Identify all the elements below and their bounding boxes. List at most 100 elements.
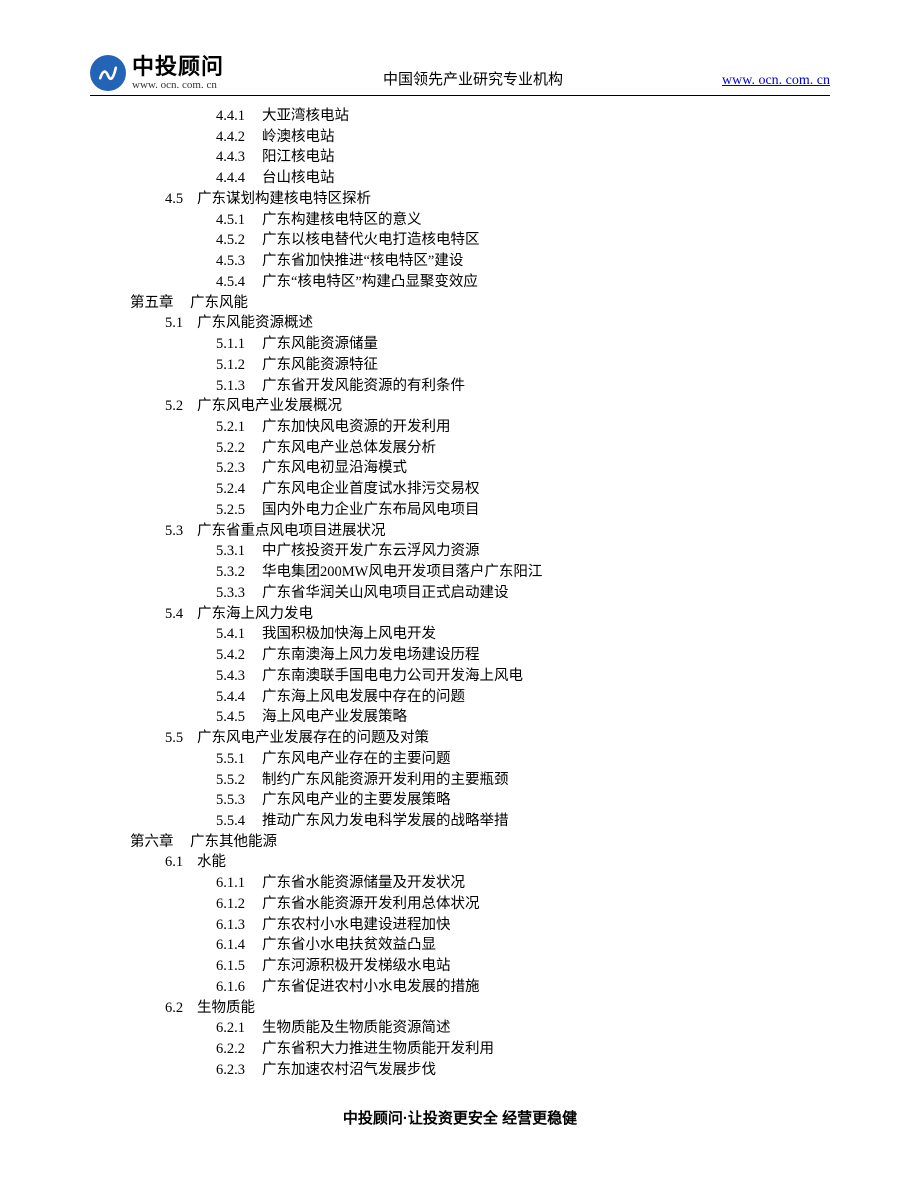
toc-title: 广东省促进农村小水电发展的措施 <box>262 979 480 995</box>
logo: 中投顾问 www. ocn. com. cn <box>90 55 224 91</box>
toc-title: 生物质能 <box>197 1000 255 1016</box>
toc-title: 广东省水能资源储量及开发状况 <box>262 875 465 891</box>
toc-number: 4.5 <box>165 189 197 210</box>
toc-number: 4.4.1 <box>216 106 262 127</box>
toc-entry: 5.4.3广东南澳联手国电电力公司开发海上风电 <box>90 666 830 687</box>
toc-entry: 4.4.4台山核电站 <box>90 168 830 189</box>
toc-title: 广东风能 <box>190 295 248 311</box>
toc-entry: 5.1广东风能资源概述 <box>90 313 830 334</box>
logo-sub: www. ocn. com. cn <box>132 80 224 91</box>
toc-title: 广东海上风力发电 <box>197 606 313 622</box>
toc-title: 广东风能资源概述 <box>197 315 313 331</box>
toc-number: 5.3 <box>165 521 197 542</box>
header-link[interactable]: www. ocn. com. cn <box>722 73 830 91</box>
toc-number: 4.5.4 <box>216 272 262 293</box>
toc-entry: 5.5.4推动广东风力发电科学发展的战略举措 <box>90 811 830 832</box>
toc-entry: 4.4.2岭澳核电站 <box>90 127 830 148</box>
toc-number: 6.2.1 <box>216 1018 262 1039</box>
toc-entry: 4.4.1大亚湾核电站 <box>90 106 830 127</box>
toc-title: 广东风电产业发展存在的问题及对策 <box>197 730 429 746</box>
toc-entry: 5.2.4广东风电企业首度试水排污交易权 <box>90 479 830 500</box>
toc-title: 广东风电企业首度试水排污交易权 <box>262 481 480 497</box>
toc-title: 生物质能及生物质能资源简述 <box>262 1020 451 1036</box>
table-of-contents: 4.4.1大亚湾核电站4.4.2岭澳核电站4.4.3阳江核电站4.4.4台山核电… <box>90 106 830 1081</box>
toc-title: 海上风电产业发展策略 <box>262 709 407 725</box>
toc-number: 4.5.3 <box>216 251 262 272</box>
toc-entry: 4.5广东谋划构建核电特区探析 <box>90 189 830 210</box>
toc-title: 水能 <box>197 854 226 870</box>
toc-entry: 4.4.3阳江核电站 <box>90 147 830 168</box>
toc-number: 5.2.5 <box>216 500 262 521</box>
toc-title: 广东以核电替代火电打造核电特区 <box>262 232 480 248</box>
toc-title: 广东省小水电扶贫效益凸显 <box>262 937 436 953</box>
toc-title: 广东省积大力推进生物质能开发利用 <box>262 1041 494 1057</box>
toc-entry: 5.3广东省重点风电项目进展状况 <box>90 521 830 542</box>
toc-number: 5.1.1 <box>216 334 262 355</box>
logo-text: 中投顾问 www. ocn. com. cn <box>132 56 224 91</box>
header-title: 中国领先产业研究专业机构 <box>383 68 563 91</box>
toc-number: 6.1.4 <box>216 935 262 956</box>
toc-entry: 5.4.2广东南澳海上风力发电场建设历程 <box>90 645 830 666</box>
toc-title: 广东谋划构建核电特区探析 <box>197 191 371 207</box>
toc-title: 广东省开发风能资源的有利条件 <box>262 378 465 394</box>
toc-entry: 5.3.3广东省华润关山风电项目正式启动建设 <box>90 583 830 604</box>
toc-number: 5.4.2 <box>216 645 262 666</box>
toc-entry: 4.5.4广东“核电特区”构建凸显聚变效应 <box>90 272 830 293</box>
toc-number: 5.4.4 <box>216 687 262 708</box>
toc-title: 广东加快风电资源的开发利用 <box>262 419 451 435</box>
toc-title: 广东“核电特区”构建凸显聚变效应 <box>262 274 478 290</box>
toc-entry: 5.2.1广东加快风电资源的开发利用 <box>90 417 830 438</box>
toc-entry: 6.1.6广东省促进农村小水电发展的措施 <box>90 977 830 998</box>
toc-number: 第五章 <box>130 293 190 314</box>
toc-entry: 5.4.4广东海上风电发展中存在的问题 <box>90 687 830 708</box>
toc-number: 5.2.4 <box>216 479 262 500</box>
toc-title: 广东省加快推进“核电特区”建设 <box>262 253 463 269</box>
toc-entry: 5.5.3广东风电产业的主要发展策略 <box>90 790 830 811</box>
toc-entry: 5.4.1我国积极加快海上风电开发 <box>90 624 830 645</box>
toc-entry: 5.2.2广东风电产业总体发展分析 <box>90 438 830 459</box>
toc-number: 5.3.3 <box>216 583 262 604</box>
toc-title: 广东南澳联手国电电力公司开发海上风电 <box>262 668 523 684</box>
toc-number: 5.2 <box>165 396 197 417</box>
toc-number: 4.4.3 <box>216 147 262 168</box>
toc-entry: 5.4广东海上风力发电 <box>90 604 830 625</box>
document-page: 中投顾问 www. ocn. com. cn 中国领先产业研究专业机构 www.… <box>0 0 920 1168</box>
toc-entry: 5.4.5海上风电产业发展策略 <box>90 707 830 728</box>
toc-number: 5.4.5 <box>216 707 262 728</box>
toc-entry: 5.1.1广东风能资源储量 <box>90 334 830 355</box>
toc-number: 5.1.2 <box>216 355 262 376</box>
toc-number: 5.5 <box>165 728 197 749</box>
toc-entry: 5.2广东风电产业发展概况 <box>90 396 830 417</box>
toc-title: 广东河源积极开发梯级水电站 <box>262 958 451 974</box>
toc-entry: 6.2生物质能 <box>90 998 830 1019</box>
toc-title: 制约广东风能资源开发利用的主要瓶颈 <box>262 772 509 788</box>
toc-entry: 6.1.3广东农村小水电建设进程加快 <box>90 915 830 936</box>
toc-title: 华电集团200MW风电开发项目落户广东阳江 <box>262 564 542 580</box>
toc-title: 广东农村小水电建设进程加快 <box>262 917 451 933</box>
toc-title: 国内外电力企业广东布局风电项目 <box>262 502 480 518</box>
toc-title: 广东风电产业存在的主要问题 <box>262 751 451 767</box>
toc-title: 广东风能资源储量 <box>262 336 378 352</box>
toc-title: 广东风电产业发展概况 <box>197 398 342 414</box>
toc-title: 广东风能资源特征 <box>262 357 378 373</box>
toc-number: 5.5.1 <box>216 749 262 770</box>
toc-number: 5.3.1 <box>216 541 262 562</box>
page-footer: 中投顾问·让投资更安全 经营更稳健 <box>90 1107 830 1128</box>
toc-entry: 6.1.2广东省水能资源开发利用总体状况 <box>90 894 830 915</box>
toc-entry: 5.1.2广东风能资源特征 <box>90 355 830 376</box>
toc-entry: 6.2.3广东加速农村沼气发展步伐 <box>90 1060 830 1081</box>
toc-title: 推动广东风力发电科学发展的战略举措 <box>262 813 509 829</box>
toc-entry: 5.1.3广东省开发风能资源的有利条件 <box>90 376 830 397</box>
toc-entry: 6.2.1生物质能及生物质能资源简述 <box>90 1018 830 1039</box>
toc-number: 4.4.2 <box>216 127 262 148</box>
toc-number: 6.1.6 <box>216 977 262 998</box>
toc-title: 广东风电产业总体发展分析 <box>262 440 436 456</box>
toc-entry: 6.1.5广东河源积极开发梯级水电站 <box>90 956 830 977</box>
toc-number: 6.1.5 <box>216 956 262 977</box>
toc-entry: 5.2.5国内外电力企业广东布局风电项目 <box>90 500 830 521</box>
toc-number: 5.4 <box>165 604 197 625</box>
toc-number: 6.1 <box>165 852 197 873</box>
page-header: 中投顾问 www. ocn. com. cn 中国领先产业研究专业机构 www.… <box>90 55 830 96</box>
toc-number: 5.4.1 <box>216 624 262 645</box>
logo-icon <box>90 55 126 91</box>
